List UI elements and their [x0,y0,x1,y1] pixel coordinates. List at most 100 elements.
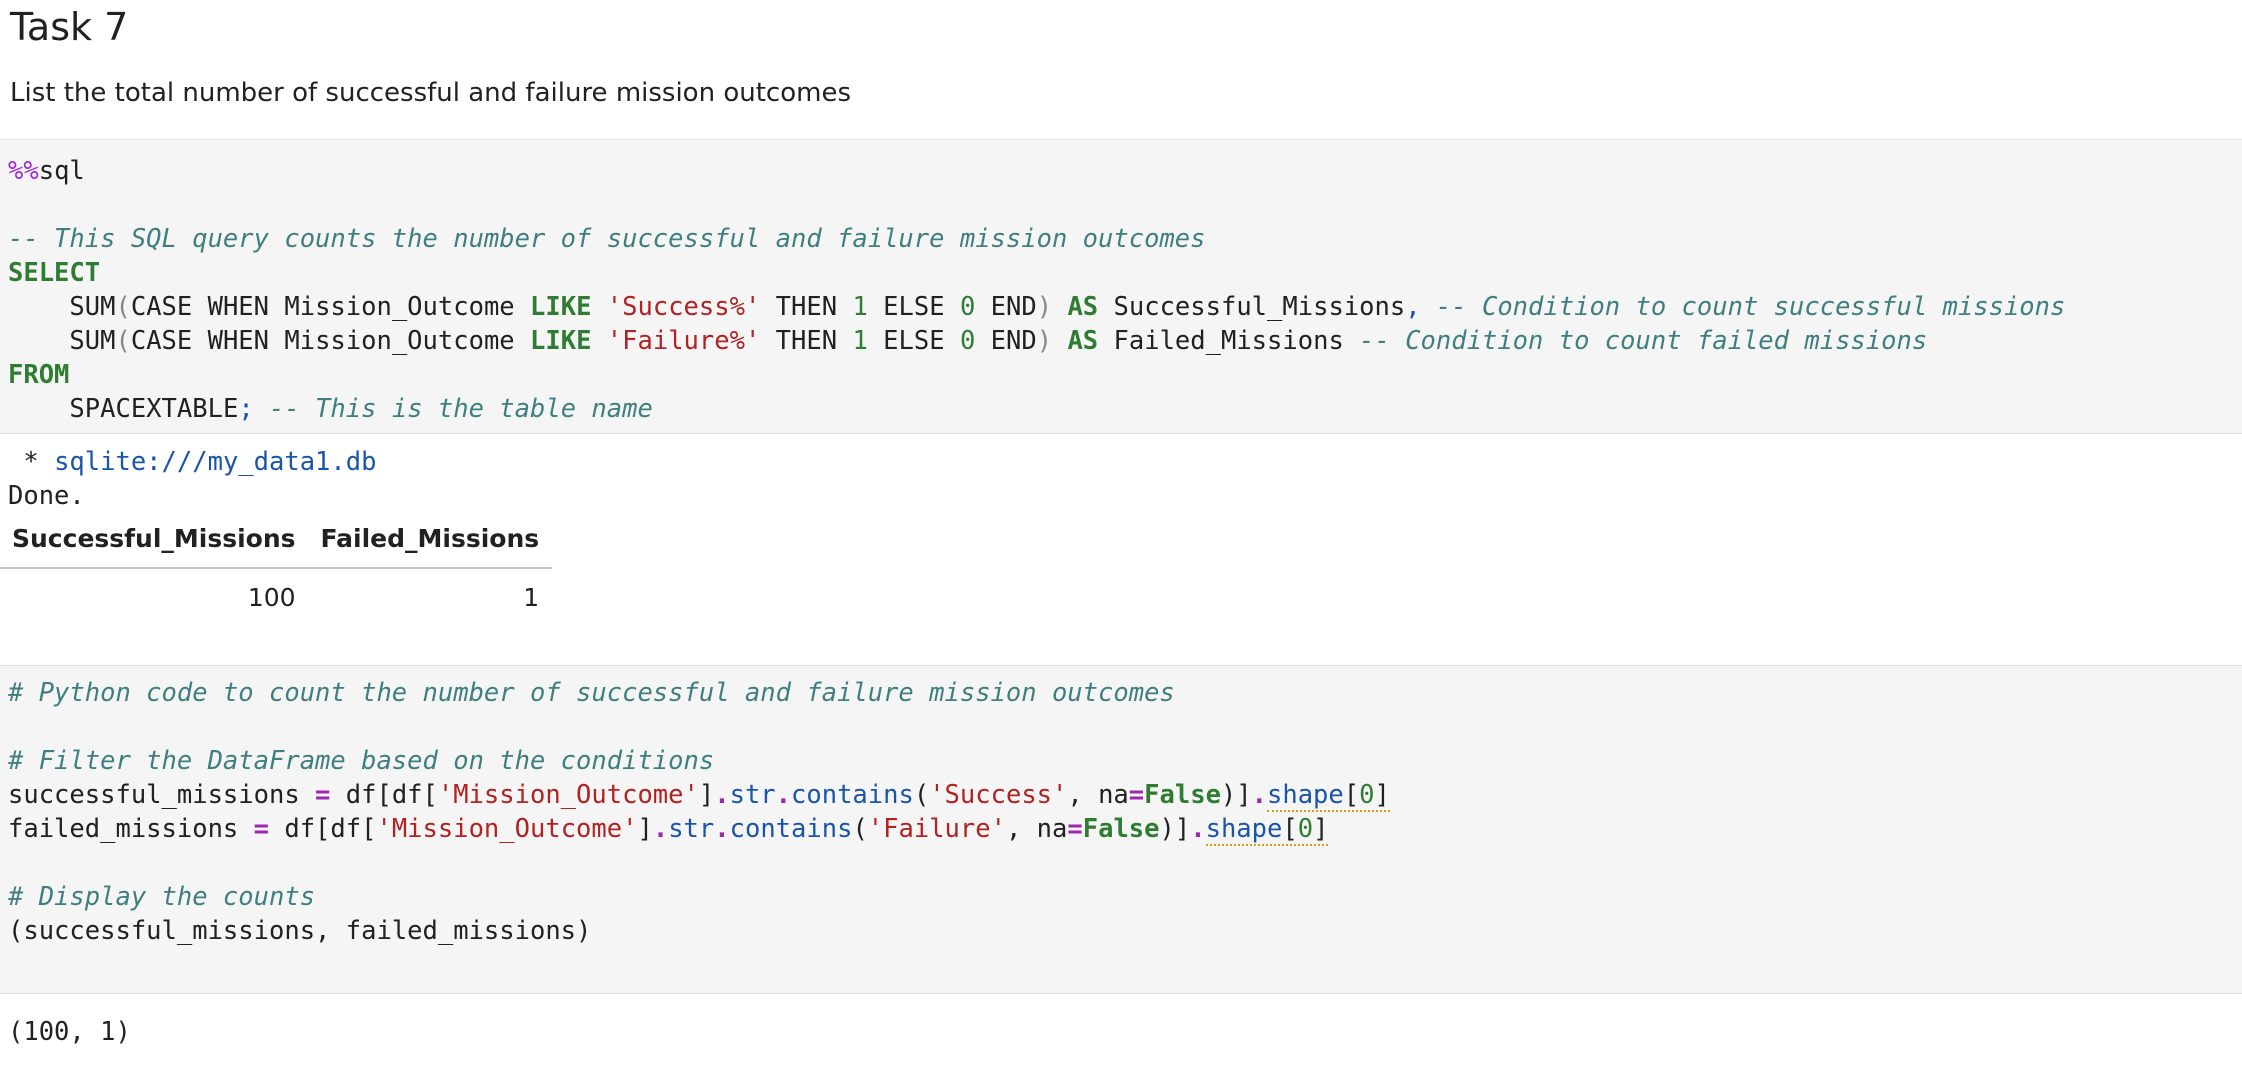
sql-token: ( [115,292,131,322]
py-token: ] [1313,814,1329,844]
table-row: 100 1 [0,568,552,626]
py-token: contains [791,780,914,810]
py-token: ] [637,814,653,844]
py-token: contains [729,814,853,844]
py-token: 0 [1297,814,1314,844]
sql-token: END [975,326,1037,356]
python-code-cell[interactable]: # Python code to count the number of suc… [0,665,2242,994]
py-token: = [315,780,331,810]
magic-prefix: %% [8,156,39,186]
sql-semicolon: ; [238,394,254,424]
sql-token: SUM [69,326,116,356]
sql-token: LIKE [530,292,592,322]
sql-token: THEN [760,326,853,356]
py-token: 0 [1359,780,1375,810]
py-token: )] [1220,780,1252,810]
py-token: 'Mission_Outcome' [376,814,638,844]
sql-code-cell[interactable]: %%sql -- This SQL query counts the numbe… [0,139,2242,434]
py-token: [ [1282,814,1298,844]
sql-token: Successful_Missions [1098,292,1406,322]
py-token: ( [913,780,930,810]
sql-token: 'Success%' [606,292,761,322]
sql-table-name: SPACEXTABLE [69,394,239,424]
cell-successful-missions: 100 [247,583,296,612]
column-header-failed-missions: Failed_Missions [308,510,553,569]
py-token: ] [1374,780,1390,810]
python-comment-line: # Display the counts [8,882,316,912]
py-token: df[df[ [330,780,438,810]
py-token: 'Failure' [867,814,1006,844]
py-token: str [729,780,776,810]
python-output-text: (100, 1) [8,1017,131,1047]
py-token: str [668,814,715,844]
py-token: . [775,780,792,810]
sql-token: CASE WHEN Mission_Outcome [130,326,531,356]
sql-token: ( [115,326,131,356]
sql-token: -- Condition to count failed missions [1343,326,1928,356]
sql-token: 'Failure%' [606,326,761,356]
py-token: = [1067,814,1083,844]
py-token: = [253,814,269,844]
python-output-area: (100, 1) [0,1015,2242,1049]
status-text: Done. [8,481,85,511]
sql-token: LIKE [530,326,592,356]
py-token: successful_missions [8,780,316,810]
cell-failed-missions: 1 [523,583,540,612]
table-header-row: Successful_Missions Failed_Missions [0,510,553,569]
python-comment-line: # Filter the DataFrame based on the cond… [8,746,715,776]
py-token: = [1128,780,1145,810]
sql-token: THEN [760,292,853,322]
sql-token: AS [1067,292,1099,322]
py-token: . [1251,780,1267,810]
sql-output-area: * sqlite:///my_data1.db Done. [0,445,2242,513]
py-token: False [1144,780,1221,810]
py-token: [ [1343,780,1360,810]
py-token: 'Success' [929,780,1068,810]
python-comment-line: # Python code to count the number of suc… [8,678,1175,708]
magic-name: sql [38,156,85,186]
sql-token: SUM [69,292,116,322]
py-token: 'Mission_Outcome' [437,780,699,810]
sql-token: END [975,292,1037,322]
sql-token: AS [1067,326,1099,356]
py-token: . [1190,814,1206,844]
sql-token: CASE WHEN Mission_Outcome [130,292,531,322]
py-token: failed_missions [8,814,254,844]
py-token: . [714,780,730,810]
sql-code-editor[interactable]: %%sql -- This SQL query counts the numbe… [0,154,2242,426]
sql-token: -- Condition to count successful mission… [1420,292,2066,322]
sql-token: 0 [959,326,976,356]
column-header-successful-missions: Successful_Missions [0,510,309,569]
sql-token: 0 [959,292,976,322]
sql-token: ) [1036,292,1053,322]
connection-string: sqlite:///my_data1.db [54,447,377,477]
py-token: shape[0] [1205,814,1329,846]
py-token: . [652,814,669,844]
py-token: . [714,814,730,844]
sql-token: 1 [852,326,868,356]
sql-token: 1 [852,292,868,322]
connection-bullet: * [8,447,55,477]
python-last-expression: (successful_missions, failed_missions) [8,916,592,946]
py-token: shape [1205,814,1283,844]
sql-table-comment: -- This is the table name [253,394,653,424]
sql-comment-line: -- This SQL query counts the number of s… [8,224,1206,254]
sql-token: , [1405,292,1421,322]
py-token: False [1082,814,1160,844]
sql-token: ELSE [867,326,960,356]
python-code-editor[interactable]: # Python code to count the number of suc… [0,676,2242,948]
markdown-heading: Task 7 [10,5,129,49]
py-token: , na [1067,780,1129,810]
sql-token: ) [1036,326,1053,356]
py-token: shape [1267,780,1344,810]
sql-select-keyword: SELECT [8,258,101,288]
py-token: )] [1159,814,1191,844]
py-token: ] [698,780,715,810]
sql-token: ELSE [867,292,960,322]
py-token: ( [852,814,868,844]
result-table: Successful_Missions Failed_Missions 100 … [0,510,553,626]
py-token: shape[0] [1267,780,1390,812]
py-token: df[df[ [269,814,377,844]
py-token: , na [1005,814,1068,844]
sql-from-keyword: FROM [8,360,70,390]
